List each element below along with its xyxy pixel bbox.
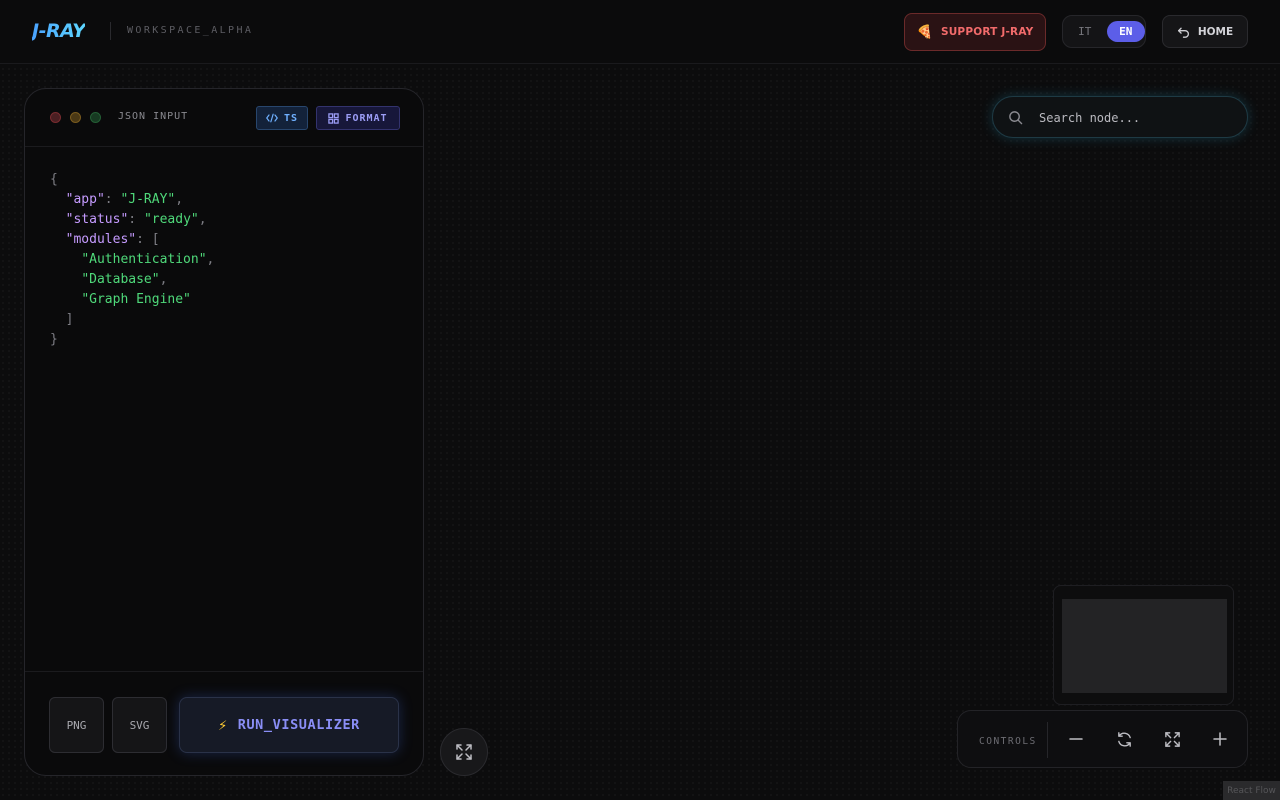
grid-icon <box>328 112 340 124</box>
json-string: "ready" <box>143 212 199 227</box>
home-label: HOME <box>1197 25 1234 38</box>
export-png-button[interactable]: PNG <box>49 697 104 753</box>
ts-label: TS <box>283 112 299 124</box>
language-option-en[interactable]: EN <box>1106 21 1145 42</box>
lightning-icon: ⚡ <box>218 716 228 734</box>
export-svg-button[interactable]: SVG <box>112 697 167 753</box>
format-button[interactable]: FORMAT <box>316 106 400 130</box>
minimap-viewport[interactable] <box>1062 599 1227 693</box>
minus-icon <box>1069 738 1083 740</box>
zoom-out-button[interactable] <box>1064 727 1088 751</box>
json-string: "Authentication" <box>81 252 207 267</box>
plus-icon <box>1213 732 1227 746</box>
node-search <box>992 96 1248 138</box>
json-key: "status" <box>65 212 129 227</box>
json-string: "Graph Engine" <box>81 292 191 307</box>
pizza-icon: 🍕 <box>916 24 933 40</box>
canvas-controls: CONTROLS <box>957 710 1248 768</box>
json-string: "J-RAY" <box>120 192 176 207</box>
zoom-in-button[interactable] <box>1208 727 1232 751</box>
support-button[interactable]: 🍕 SUPPORT J-RAY <box>904 13 1046 51</box>
ts-button[interactable]: TS <box>256 106 308 130</box>
controls-divider <box>1047 722 1048 758</box>
fullscreen-button[interactable] <box>440 728 488 776</box>
support-label: SUPPORT J-RAY <box>940 26 1034 38</box>
format-label: FORMAT <box>345 112 388 124</box>
reset-view-button[interactable] <box>1112 727 1136 751</box>
return-arrow-icon <box>1177 27 1189 38</box>
window-dot-red <box>50 112 61 123</box>
code-icon <box>266 113 278 123</box>
search-node-input[interactable] <box>1039 108 1229 128</box>
json-key: "modules" <box>65 232 137 247</box>
window-dot-yellow <box>70 112 81 123</box>
fit-view-icon <box>1164 731 1180 747</box>
home-button[interactable]: HOME <box>1162 15 1248 48</box>
expand-icon <box>456 744 472 760</box>
fit-view-button[interactable] <box>1160 727 1184 751</box>
refresh-icon <box>1117 731 1131 747</box>
logo-divider <box>110 22 111 40</box>
app-logo[interactable]: J-RAY <box>32 20 86 42</box>
window-dot-green <box>90 112 101 123</box>
top-bar: J-RAY WORKSPACE_ALPHA 🍕 SUPPORT J-RAY IT… <box>0 0 1280 64</box>
json-string: "Database" <box>81 272 160 287</box>
json-code-editor[interactable]: { "app": "J-RAY", "status": "ready", "mo… <box>50 170 214 350</box>
editor-footer: PNG SVG ⚡ RUN_VISUALIZER <box>25 671 423 775</box>
run-visualizer-label: RUN_VISUALIZER <box>237 717 360 733</box>
language-toggle: IT EN <box>1062 15 1146 48</box>
json-editor-panel: JSON INPUT TS FORMAT { "app": "J-RAY", "… <box>24 88 424 776</box>
search-icon <box>1008 110 1023 129</box>
language-option-it[interactable]: IT <box>1069 21 1101 42</box>
minimap[interactable] <box>1053 585 1234 705</box>
workspace-name: WORKSPACE_ALPHA <box>127 25 254 36</box>
run-visualizer-button[interactable]: ⚡ RUN_VISUALIZER <box>179 697 399 753</box>
json-key: "app" <box>65 192 105 207</box>
editor-header: JSON INPUT TS FORMAT <box>25 89 423 147</box>
react-flow-attribution[interactable]: React Flow <box>1223 781 1280 800</box>
controls-label: CONTROLS <box>979 736 1037 747</box>
editor-title: JSON INPUT <box>118 111 189 122</box>
